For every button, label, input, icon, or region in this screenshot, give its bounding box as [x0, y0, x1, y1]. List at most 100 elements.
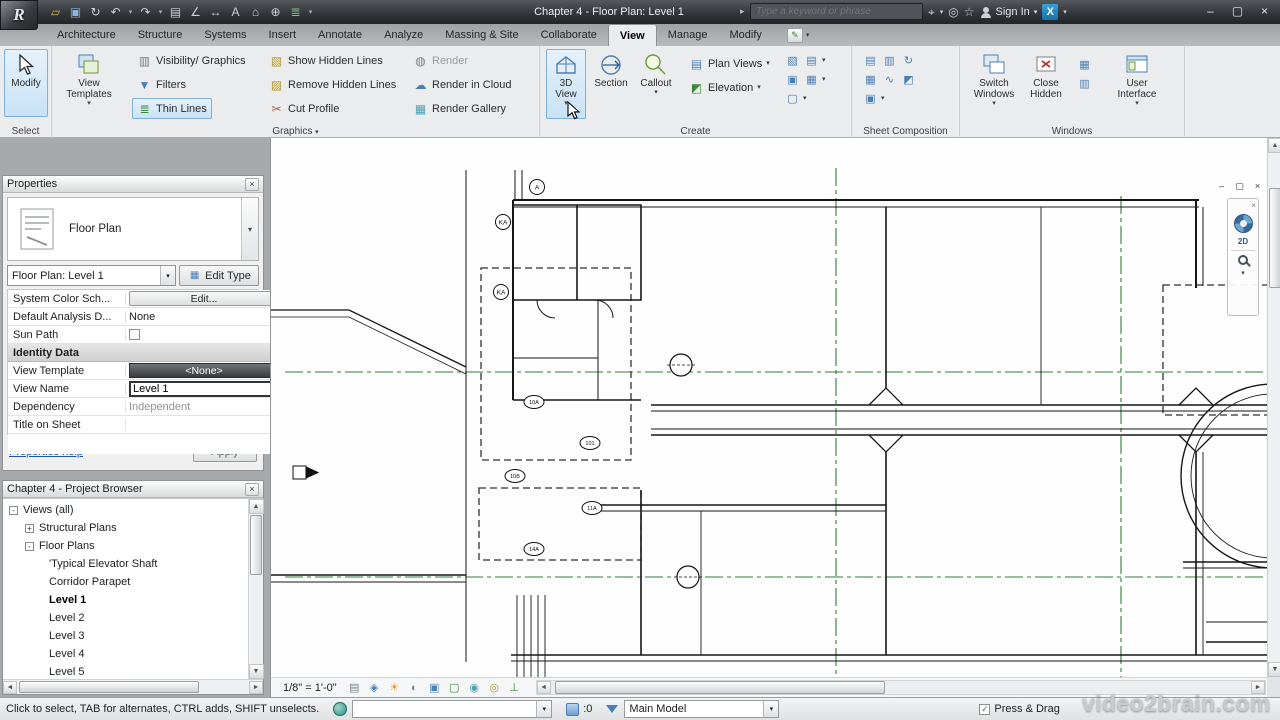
section-qat-icon[interactable]: ⊕ [266, 2, 285, 21]
remove-hidden-lines-button[interactable]: ▨ Remove Hidden Lines [264, 74, 401, 95]
workspace-icon[interactable]: ✎ [786, 27, 803, 43]
modify-button[interactable]: Modify [4, 49, 48, 117]
view-close-icon[interactable]: × [1251, 180, 1264, 192]
render-gallery-button[interactable]: ▦ Render Gallery [408, 98, 511, 119]
identity-data-section[interactable]: Identity Data ⌃ [8, 344, 282, 362]
save-icon[interactable]: ▣ [66, 2, 85, 21]
scope-box-icon[interactable]: ▢ [784, 90, 801, 106]
view-selector-combo[interactable]: Floor Plan: Level 1 ▾ [7, 265, 176, 286]
search-options-icon[interactable]: ▾ [940, 8, 944, 16]
text-icon[interactable]: A [226, 2, 245, 21]
tree-item-level-4[interactable]: Level 4 [3, 645, 248, 663]
guide-grid-icon[interactable]: ▦ [862, 71, 879, 87]
graphics-panel-menu-icon[interactable]: ▾ [315, 129, 319, 136]
tab-structure[interactable]: Structure [127, 24, 194, 46]
scroll-up-icon[interactable]: ▲ [248, 499, 264, 514]
scroll-right-icon[interactable]: ► [249, 680, 263, 694]
expander-icon[interactable]: - [9, 505, 18, 515]
search-input[interactable] [751, 6, 922, 17]
duplicate-view-icon[interactable]: ▣ [784, 71, 801, 87]
ribbon-display-options-icon[interactable]: ▾ [806, 31, 810, 39]
print-icon[interactable]: ▤ [166, 2, 185, 21]
navbar-close-icon[interactable]: × [1251, 202, 1256, 210]
floor-plan-drawing[interactable]: A KA KA 10A 101 10B 11A 14A [271, 138, 1267, 677]
communication-center-icon[interactable]: ◎ [948, 5, 958, 19]
sign-in-button[interactable]: Sign In ▾ [980, 6, 1037, 18]
filter-icon[interactable] [606, 705, 619, 713]
shadows-icon[interactable]: ◐ [406, 680, 423, 696]
edit-type-button[interactable]: ▦ Edit Type [179, 265, 259, 286]
tile-icon[interactable]: ▥ [1076, 75, 1093, 91]
scroll-down-icon[interactable]: ▼ [1268, 662, 1280, 677]
drawing-view[interactable]: A KA KA 10A 101 10B 11A 14A – ▢ × × 2D ▾ [271, 138, 1267, 677]
elevation-button[interactable]: ◩ Elevation ▾ [684, 77, 766, 98]
revisions-icon[interactable]: ↻ [900, 52, 917, 68]
view-minimize-icon[interactable]: – [1215, 180, 1228, 192]
tab-annotate[interactable]: Annotate [307, 24, 373, 46]
type-selector[interactable]: Floor Plan ▾ [7, 197, 259, 261]
section-button[interactable]: Section [590, 49, 632, 119]
scrollbar-thumb[interactable] [19, 681, 199, 693]
scope-box-dropdown-icon[interactable]: ▾ [803, 95, 807, 102]
reveal-hidden-icon[interactable]: ◎ [486, 680, 503, 696]
crop-region-icon[interactable]: ▣ [426, 680, 443, 696]
close-button[interactable]: × [1251, 1, 1278, 21]
tab-view[interactable]: View [607, 24, 657, 46]
navbar-options-icon[interactable]: ▾ [1241, 269, 1245, 277]
tree-item-level-5[interactable]: Level 5 [3, 663, 248, 679]
view-scale-button[interactable]: 1/8" = 1'-0" [283, 682, 337, 694]
zoom-icon[interactable] [1238, 255, 1248, 265]
scroll-down-icon[interactable]: ▼ [248, 664, 264, 679]
tree-item-level-2[interactable]: Level 2 [3, 609, 248, 627]
user-interface-button[interactable]: User Interface ▾ [1108, 49, 1166, 119]
viewport-icon[interactable]: ▣ [862, 90, 879, 106]
legends-icon[interactable]: ▤ [803, 52, 820, 68]
thin-lines-qat-icon[interactable]: ≣ [286, 2, 305, 21]
infocenter-chevron-icon[interactable]: ▸ [740, 6, 745, 17]
view-templates-button[interactable]: View Templates ▾ [58, 49, 120, 119]
tab-architecture[interactable]: Architecture [46, 24, 127, 46]
legends-dropdown-icon[interactable]: ▾ [822, 57, 826, 64]
scrollbar-thumb[interactable] [554, 681, 885, 694]
cascade-icon[interactable]: ▦ [1076, 56, 1093, 72]
tab-manage[interactable]: Manage [657, 24, 719, 46]
scroll-up-icon[interactable]: ▲ [1268, 138, 1280, 153]
view-restore-icon[interactable]: ▢ [1233, 180, 1246, 192]
tab-modify[interactable]: Modify [719, 24, 773, 46]
properties-header[interactable]: Properties × [3, 176, 263, 193]
drafting-view-icon[interactable]: ▧ [784, 52, 801, 68]
callout-button[interactable]: Callout ▾ [634, 49, 678, 119]
plan-views-button[interactable]: ▤ Plan Views ▾ [684, 53, 775, 74]
design-options-combo[interactable]: Main Model ▾ [624, 700, 780, 718]
tab-massing-site[interactable]: Massing & Site [434, 24, 529, 46]
edit-color-scheme-button[interactable]: Edit... [129, 291, 279, 306]
scrollbar-thumb[interactable] [250, 515, 262, 575]
minimize-button[interactable]: – [1197, 1, 1224, 21]
view-reference-icon[interactable]: ◩ [900, 71, 917, 87]
visibility-graphics-button[interactable]: ▥ Visibility/ Graphics [132, 50, 251, 71]
qat-customize-icon[interactable]: ▾ [306, 2, 315, 21]
tree-item-level-3[interactable]: Level 3 [3, 627, 248, 645]
render-button[interactable]: ◍ Render [408, 50, 473, 71]
tab-collaborate[interactable]: Collaborate [530, 24, 608, 46]
tree-item-structural-plans[interactable]: + Structural Plans [3, 519, 248, 537]
scrollbar-thumb[interactable] [1269, 188, 1280, 288]
sheet-icon[interactable]: ▤ [862, 52, 879, 68]
exchange-dropdown-icon[interactable]: ▾ [1063, 8, 1067, 16]
type-selector-dropdown-icon[interactable]: ▾ [241, 198, 258, 260]
cut-profile-button[interactable]: ✂ Cut Profile [264, 98, 344, 119]
scroll-left-icon[interactable]: ◄ [3, 680, 17, 694]
favorites-icon[interactable]: ☆ [964, 5, 975, 19]
thin-lines-button[interactable]: ≣ Thin Lines [132, 98, 212, 119]
press-drag-option[interactable]: ✓ Press & Drag [979, 703, 1060, 715]
expander-icon[interactable]: - [25, 541, 34, 551]
press-drag-checkbox[interactable]: ✓ [979, 703, 991, 715]
restore-button[interactable]: ▢ [1224, 1, 1251, 21]
schedules-icon[interactable]: ▦ [803, 71, 820, 87]
visual-style-icon[interactable]: ◈ [366, 680, 383, 696]
sun-path-checkbox[interactable] [129, 329, 140, 340]
design-options-icon[interactable] [566, 702, 580, 716]
tab-insert[interactable]: Insert [258, 24, 308, 46]
matchline-icon[interactable]: ∿ [881, 71, 898, 87]
show-hidden-lines-button[interactable]: ▧ Show Hidden Lines [264, 50, 388, 71]
